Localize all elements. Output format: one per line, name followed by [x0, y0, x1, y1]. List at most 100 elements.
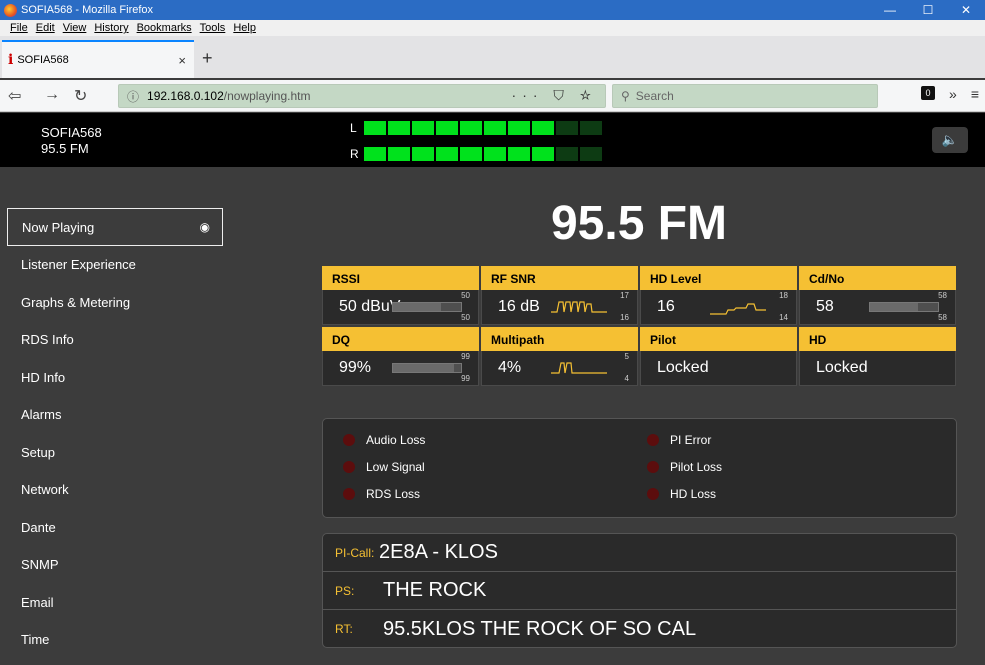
window-titlebar: SOFIA568 - Mozilla Firefox — ☐ ✕	[0, 0, 985, 20]
metric-max: 99	[461, 352, 470, 361]
metric-rssi: RSSI 50 dBuV 50 50	[322, 266, 479, 325]
sidebar-item-label: HD Info	[21, 369, 66, 385]
page-actions-icon[interactable]: ··· ⛉ ☆	[512, 87, 597, 104]
metric-pilot: Pilot Locked	[640, 327, 797, 386]
meter-segment	[484, 147, 506, 161]
metric-value: Locked	[816, 359, 868, 376]
sidebar-item-network[interactable]: Network	[7, 471, 223, 509]
meter-segment	[436, 147, 458, 161]
metric-label: HD Level	[640, 266, 797, 290]
metric-value-box: Locked	[640, 351, 797, 386]
menu-help[interactable]: Help	[233, 22, 256, 34]
sidebar-item-rds-info[interactable]: RDS Info	[7, 321, 223, 359]
sidebar-item-alarms[interactable]: Alarms	[7, 396, 223, 434]
alarm-label: Pilot Loss	[670, 460, 723, 474]
alarm-rds-loss: RDS Loss	[343, 487, 420, 501]
overflow-icon[interactable]: »	[949, 86, 957, 102]
sidebar-item-label: Graphs & Metering	[21, 294, 131, 310]
speaker-icon[interactable]: 🔈	[932, 127, 968, 153]
search-placeholder: Search	[635, 89, 674, 103]
metric-label: Cd/No	[799, 266, 956, 290]
meter-segment	[508, 147, 530, 161]
metric-multipath: Multipath 4% 5 4	[481, 327, 638, 386]
meter-segment	[580, 147, 602, 161]
sidebar-item-dante[interactable]: Dante	[7, 509, 223, 547]
metric-sparkline: 5 4	[551, 352, 629, 383]
info-icon[interactable]: ⓘ	[127, 88, 139, 105]
metric-min: 14	[779, 313, 788, 322]
rds-value: THE ROCK	[383, 579, 487, 601]
close-icon[interactable]: ✕	[947, 0, 985, 20]
reload-icon[interactable]: ↻	[74, 86, 87, 106]
metric-value: Locked	[657, 359, 709, 376]
rds-value: 95.5KLOS THE ROCK OF SO CAL	[383, 617, 697, 640]
sidebar-item-email[interactable]: Email	[7, 584, 223, 622]
meter-segment	[556, 121, 578, 135]
audio-meter-left	[364, 121, 602, 135]
sidebar-item-label: Listener Experience	[21, 257, 136, 273]
sidebar-item-now-playing[interactable]: Now Playing ◉	[7, 208, 223, 246]
menu-history[interactable]: History	[94, 22, 128, 34]
menu-bookmarks[interactable]: Bookmarks	[137, 22, 192, 34]
url-bar[interactable]: ⓘ 192.168.0.102 /nowplaying.htm ··· ⛉ ☆	[118, 84, 606, 108]
alarm-label: HD Loss	[670, 487, 717, 501]
metric-value-box: 4% 5 4	[481, 351, 638, 386]
metric-sparkline: 18 14	[710, 291, 788, 322]
menu-edit[interactable]: Edit	[36, 22, 55, 34]
back-icon[interactable]: ⇦	[8, 86, 21, 106]
station-frequency: 95.5 FM	[41, 141, 89, 156]
metric-bar-fill	[393, 303, 441, 311]
sidebar-item-label: Alarms	[21, 407, 62, 423]
minimize-icon[interactable]: —	[871, 0, 909, 20]
sidebar-item-label: RDS Info	[21, 332, 74, 348]
tab-title: SOFIA568	[17, 54, 69, 66]
meter-segment	[508, 121, 530, 135]
url-path: /nowplaying.htm	[223, 89, 311, 103]
menu-view[interactable]: View	[63, 22, 87, 34]
metric-value: 58	[816, 298, 834, 315]
sidebar-item-snmp[interactable]: SNMP	[7, 546, 223, 584]
notification-icon[interactable]: 0	[921, 86, 936, 100]
alarm-label: Audio Loss	[366, 433, 426, 447]
new-tab-button[interactable]: +	[202, 48, 213, 69]
sidebar-item-hd-info[interactable]: HD Info	[7, 359, 223, 397]
meter-segment	[388, 147, 410, 161]
meter-right-label: R	[350, 147, 359, 161]
audio-meter-right	[364, 147, 602, 161]
rds-value: 2E8A - KLOS	[379, 541, 498, 563]
forward-icon[interactable]: →	[44, 86, 60, 104]
toolbar-right: 0 » ≡	[921, 86, 979, 102]
sidebar-item-listener-experience[interactable]: Listener Experience	[7, 246, 223, 284]
metric-value-box: 16 18 14	[640, 290, 797, 325]
tab-close-icon[interactable]: ×	[178, 53, 186, 68]
maximize-icon[interactable]: ☐	[909, 0, 947, 20]
alarm-low-signal: Low Signal	[343, 460, 425, 474]
sidebar-item-graphs-metering[interactable]: Graphs & Metering	[7, 284, 223, 322]
hamburger-menu-icon[interactable]: ≡	[971, 86, 979, 102]
metric-label: Multipath	[481, 327, 638, 351]
menu-tools[interactable]: Tools	[200, 22, 226, 34]
menu-file[interactable]: File	[10, 22, 28, 34]
search-input[interactable]: ⚲ Search	[612, 84, 878, 108]
nav-bar: ⇦ → ↻ ⓘ 192.168.0.102 /nowplaying.htm ··…	[0, 80, 985, 112]
metric-min: 99	[461, 374, 470, 383]
alarm-label: Low Signal	[366, 460, 425, 474]
metric-label: RSSI	[322, 266, 479, 290]
tab-sofia568[interactable]: i SOFIA568 ×	[2, 40, 194, 78]
meter-segment	[412, 121, 434, 135]
alarm-audio-loss: Audio Loss	[343, 433, 425, 447]
sidebar-item-label: SNMP	[21, 557, 59, 573]
sidebar-item-setup[interactable]: Setup	[7, 434, 223, 472]
alarm-led-icon	[647, 488, 659, 500]
sidebar-item-time[interactable]: Time	[7, 621, 223, 659]
rds-row-pi-call: PI-Call: 2E8A - KLOS	[323, 534, 956, 572]
metric-bar-fill	[870, 303, 918, 311]
meter-segment	[388, 121, 410, 135]
window-title: SOFIA568 - Mozilla Firefox	[21, 4, 154, 16]
alarm-led-icon	[343, 434, 355, 446]
station-name: SOFIA568	[41, 125, 102, 140]
metric-max: 18	[779, 291, 788, 300]
search-icon: ⚲	[621, 89, 630, 103]
rds-label: RT:	[335, 622, 353, 636]
metric-min: 4	[624, 374, 629, 383]
